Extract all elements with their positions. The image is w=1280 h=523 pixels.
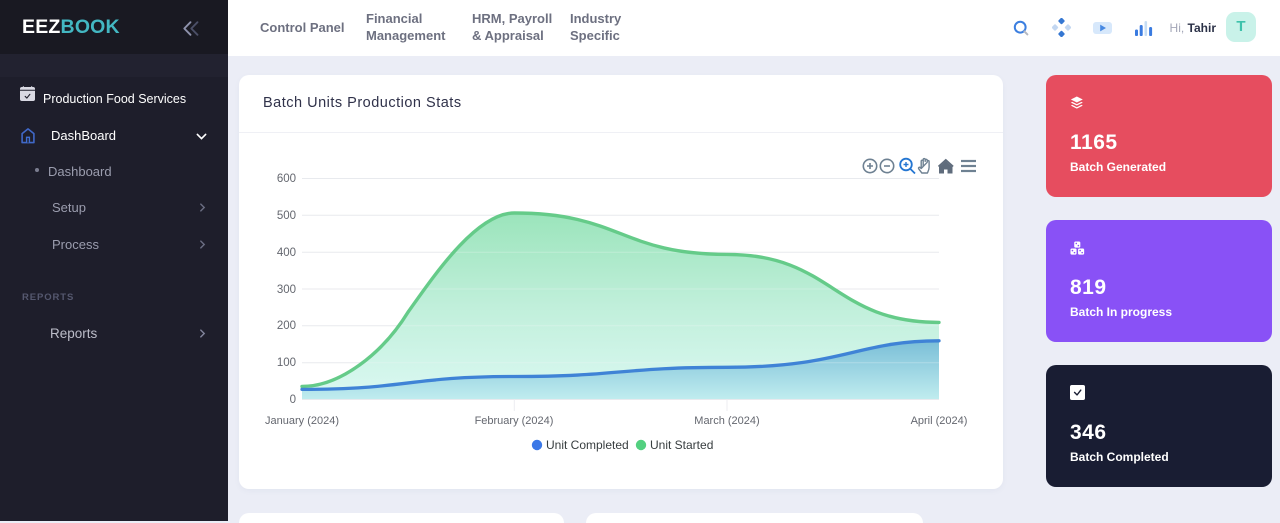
svg-text:April (2024): April (2024) [911, 415, 968, 427]
svg-text:January (2024): January (2024) [265, 415, 339, 427]
svg-text:500: 500 [277, 210, 296, 222]
svg-text:100: 100 [277, 357, 296, 369]
svg-text:200: 200 [277, 320, 296, 332]
svg-text:Unit Started: Unit Started [650, 438, 713, 452]
svg-text:400: 400 [277, 247, 296, 259]
svg-text:0: 0 [290, 394, 296, 406]
svg-text:February (2024): February (2024) [475, 415, 554, 427]
svg-text:Unit Completed: Unit Completed [546, 438, 629, 452]
svg-text:March (2024): March (2024) [694, 415, 759, 427]
svg-text:600: 600 [277, 173, 296, 185]
svg-text:300: 300 [277, 284, 296, 296]
